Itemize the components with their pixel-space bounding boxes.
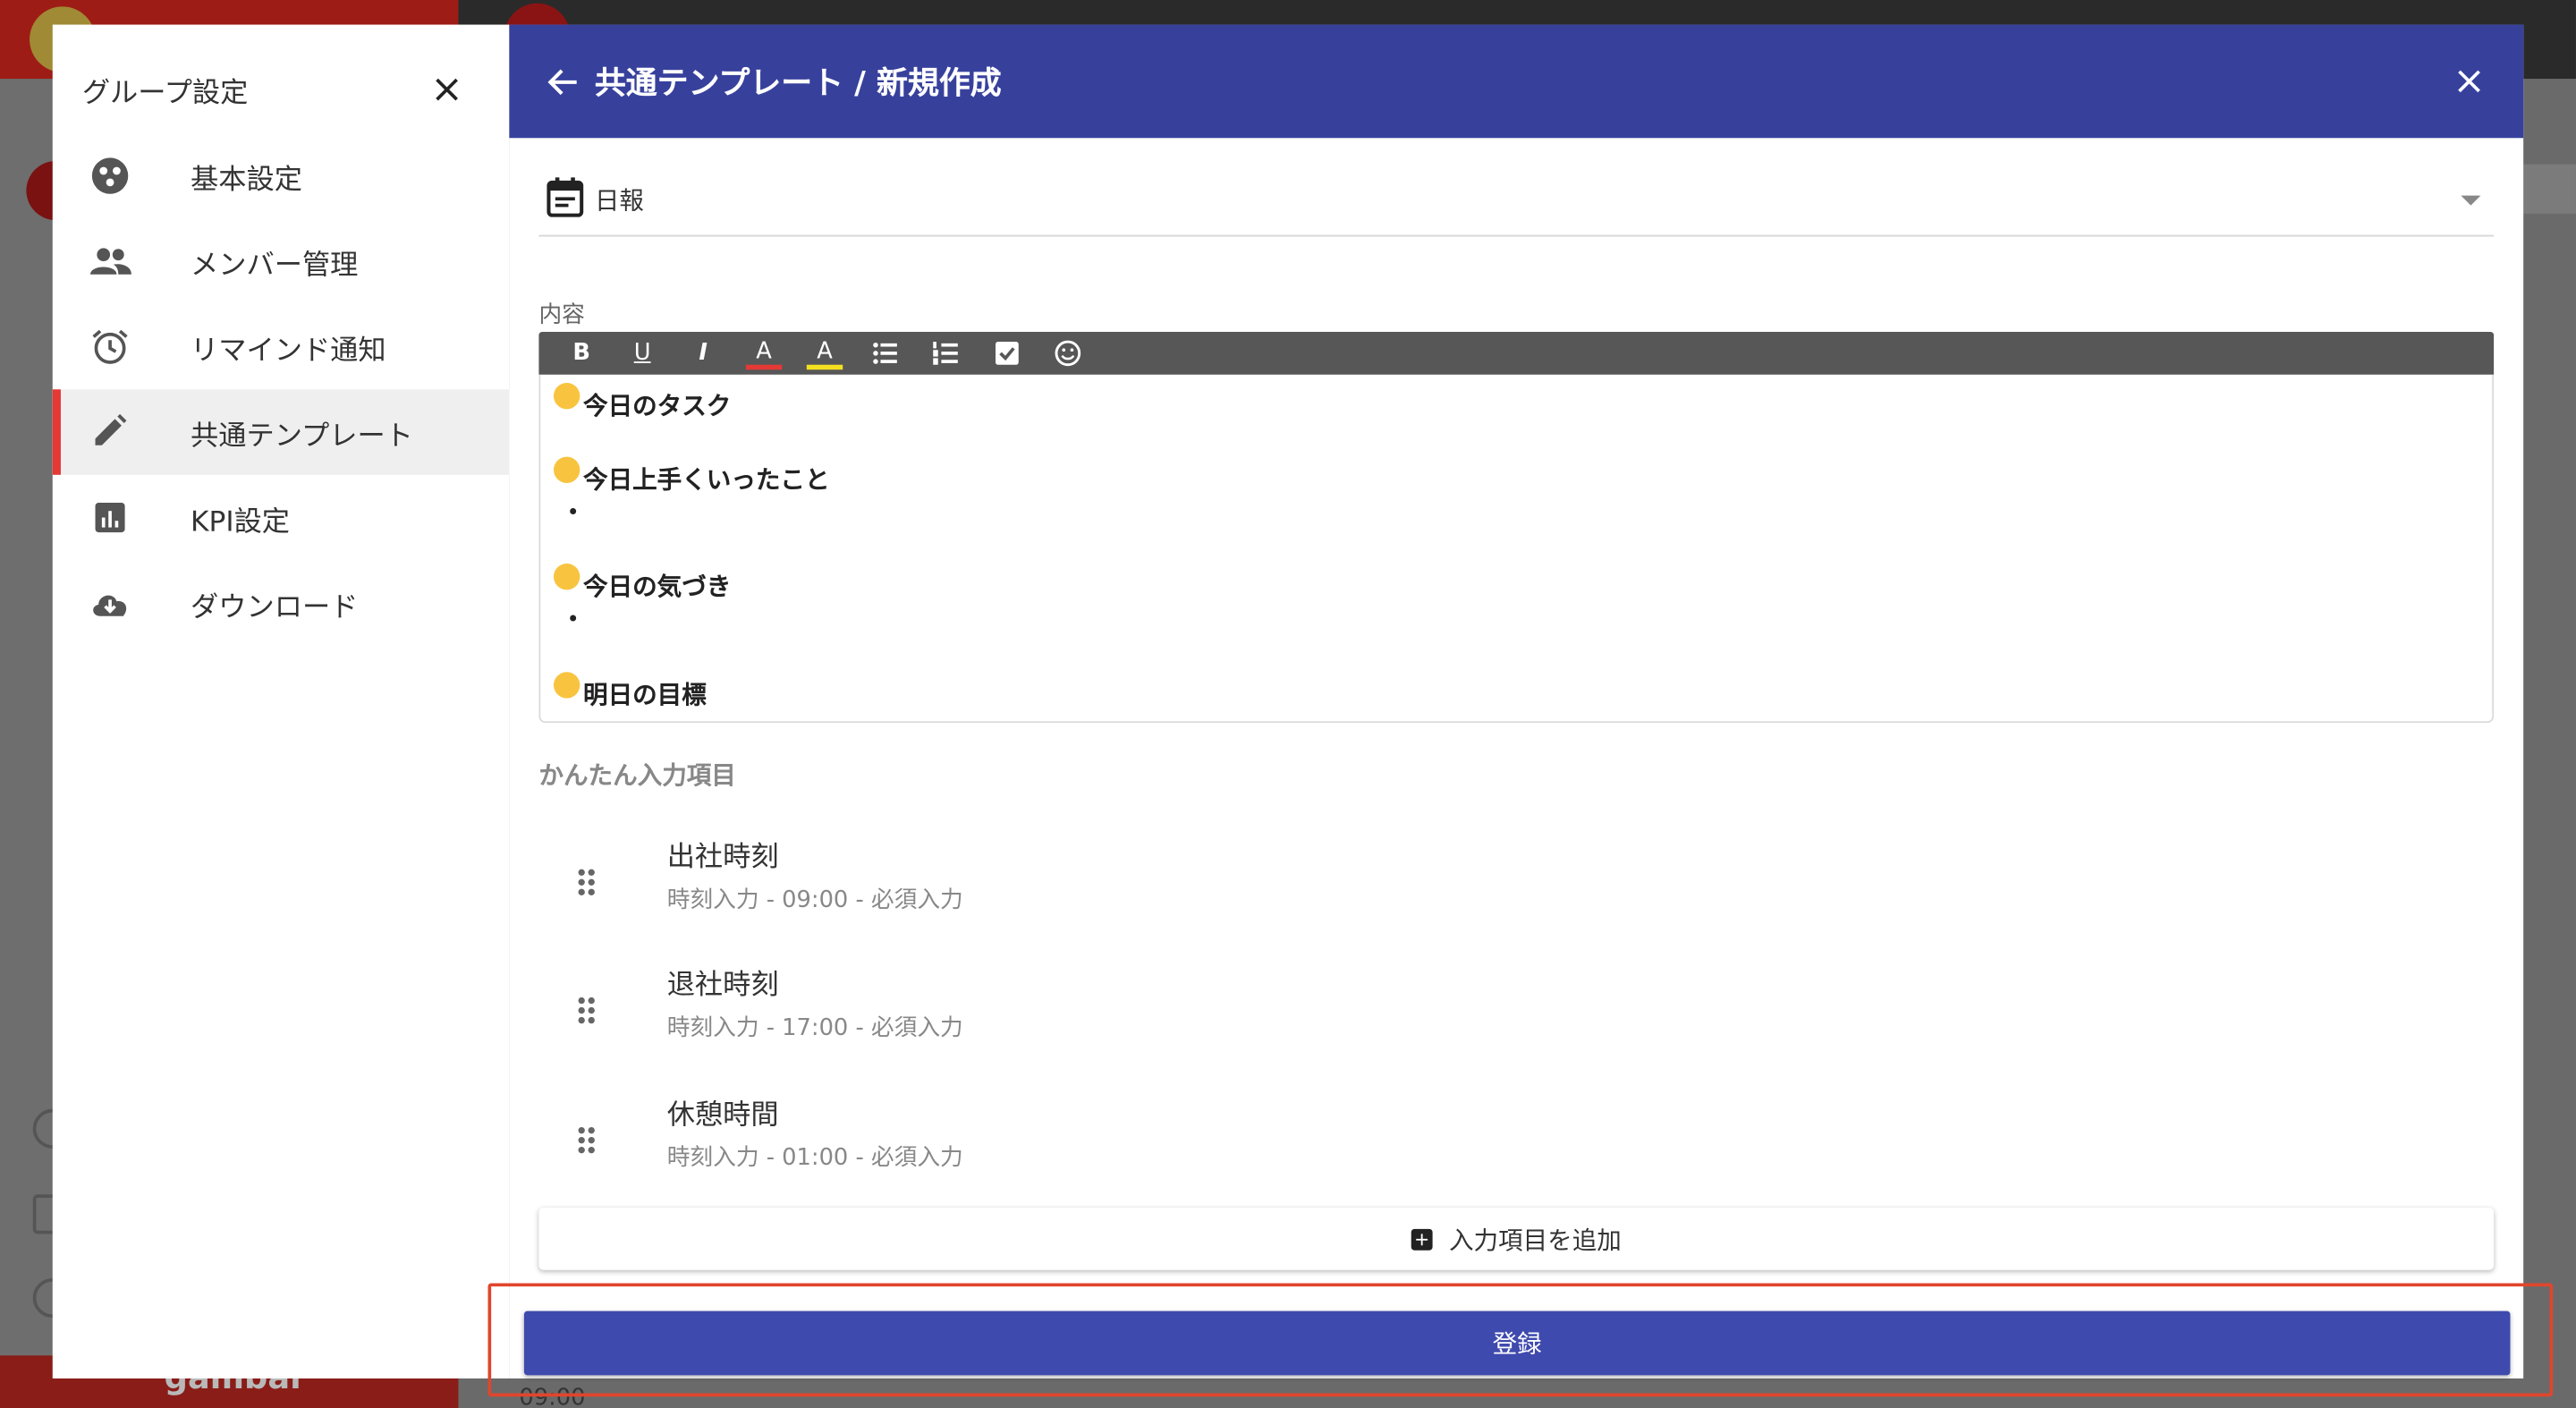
quick-input-label: かんたん入力項目 xyxy=(538,760,736,791)
add-input-field-content: 入力項目を追加 xyxy=(538,1208,2494,1270)
quick-field-name: 休憩時間 xyxy=(666,1098,779,1132)
underline-button[interactable]: U xyxy=(624,337,660,370)
dialog-title: 共通テンプレート / 新規作成 xyxy=(594,65,1002,102)
quick-field-item[interactable]: 出社時刻 時刻入力 - 09:00 - 必須入力 xyxy=(538,833,2494,941)
quick-field-name: 出社時刻 xyxy=(666,841,779,875)
add-input-field-label: 入力項目を追加 xyxy=(1448,1225,1622,1255)
font-color-button[interactable]: A xyxy=(745,337,783,370)
drag-handle-icon[interactable] xyxy=(575,994,598,1027)
quick-field-meta: 時刻入力 - 09:00 - 必須入力 xyxy=(666,886,963,914)
register-button[interactable]: 登録 xyxy=(523,1310,2511,1376)
template-type-select[interactable]: 日報 xyxy=(538,173,2495,237)
screen: gambar 09:00 グループ設定 基本設定 xyxy=(0,0,2576,1408)
cloud-download-icon xyxy=(93,595,127,616)
editor-line: 今日のタスク xyxy=(553,382,731,422)
italic-button[interactable]: I xyxy=(685,337,721,370)
laughing-emoji-icon xyxy=(553,456,580,483)
pencil-icon xyxy=(95,413,127,445)
settings-nav: 基本設定 メンバー管理 リマインド通知 共通テンプレート KPI設定 ダウンロー… xyxy=(52,133,510,646)
checkbox-icon[interactable] xyxy=(989,337,1025,370)
drag-handle-icon[interactable] xyxy=(575,1124,598,1157)
editor-line: 今日上手くいったこと xyxy=(553,456,830,496)
editor-bullet: • xyxy=(566,607,580,633)
alarm-clock-icon xyxy=(92,329,128,364)
nav-item-label: 基本設定 xyxy=(191,164,302,198)
add-box-icon xyxy=(1411,1227,1433,1250)
highlight-color-button[interactable]: A xyxy=(806,337,843,370)
background-card xyxy=(2523,164,2576,214)
nav-item-remind-notification[interactable]: リマインド通知 xyxy=(53,304,510,390)
dialog-header: 共通テンプレート / 新規作成 xyxy=(509,24,2524,139)
template-type-value: 日報 xyxy=(594,185,645,216)
editor-line: 明日の目標 xyxy=(553,672,707,712)
quick-field-meta: 時刻入力 - 17:00 - 必須入力 xyxy=(666,1015,963,1042)
quick-field-name: 退社時刻 xyxy=(666,969,779,1003)
nav-item-common-template[interactable]: 共通テンプレート xyxy=(52,389,510,475)
nav-item-kpi-settings[interactable]: KPI設定 xyxy=(53,475,510,561)
quick-field-item[interactable]: 休憩時間 時刻入力 - 01:00 - 必須入力 xyxy=(538,1091,2494,1200)
editor-line: 今日の気づき xyxy=(553,563,731,603)
numbered-list-icon[interactable] xyxy=(928,337,964,370)
quick-field-item[interactable]: 退社時刻 時刻入力 - 17:00 - 必須入力 xyxy=(538,961,2494,1069)
nav-item-download[interactable]: ダウンロード xyxy=(53,560,510,646)
bold-button[interactable]: B xyxy=(564,337,599,370)
template-content-editor[interactable]: 今日のタスク 今日上手くいったこと • 今日の気づき • 明日の目標 xyxy=(538,374,2495,724)
background-time: 09:00 xyxy=(519,1385,586,1408)
drawer-close-icon[interactable] xyxy=(424,67,470,113)
content-label: 内容 xyxy=(538,301,585,329)
bullet-list-icon[interactable] xyxy=(868,337,903,370)
nav-item-label: メンバー管理 xyxy=(191,250,359,283)
calendar-icon xyxy=(547,177,584,217)
nav-item-basic-settings[interactable]: 基本設定 xyxy=(53,133,510,219)
drawer-title: グループ設定 xyxy=(81,77,249,111)
bar-chart-icon xyxy=(95,503,125,533)
nav-item-member-management[interactable]: メンバー管理 xyxy=(53,218,510,304)
tongue-emoji-icon xyxy=(553,672,580,699)
flushed-emoji-icon xyxy=(553,563,580,590)
template-create-dialog: 共通テンプレート / 新規作成 日報 内容 B U I A A 今日のタスク 今… xyxy=(509,24,2524,1378)
dropdown-caret-icon xyxy=(2461,195,2481,206)
nav-item-label: KPI設定 xyxy=(191,505,291,539)
group-circle-icon xyxy=(91,157,129,194)
editor-bullet: • xyxy=(566,501,580,526)
drag-handle-icon[interactable] xyxy=(575,866,598,899)
nav-item-label: 共通テンプレート xyxy=(191,420,413,454)
editor-toolbar: B U I A A xyxy=(538,332,2495,375)
dialog-close-icon[interactable] xyxy=(2448,61,2491,104)
quick-field-meta: 時刻入力 - 01:00 - 必須入力 xyxy=(666,1145,963,1172)
people-icon xyxy=(90,248,131,275)
back-arrow-icon[interactable] xyxy=(546,64,581,100)
nav-item-label: リマインド通知 xyxy=(191,335,386,369)
emoji-icon[interactable] xyxy=(1050,337,1086,370)
grinning-emoji-icon xyxy=(553,382,580,410)
group-settings-drawer: グループ設定 基本設定 メンバー管理 リマインド通知 共通テンプレート KPI設… xyxy=(52,24,510,1378)
add-input-field-button[interactable]: 入力項目を追加 xyxy=(538,1207,2495,1270)
nav-item-label: ダウンロード xyxy=(191,591,359,624)
